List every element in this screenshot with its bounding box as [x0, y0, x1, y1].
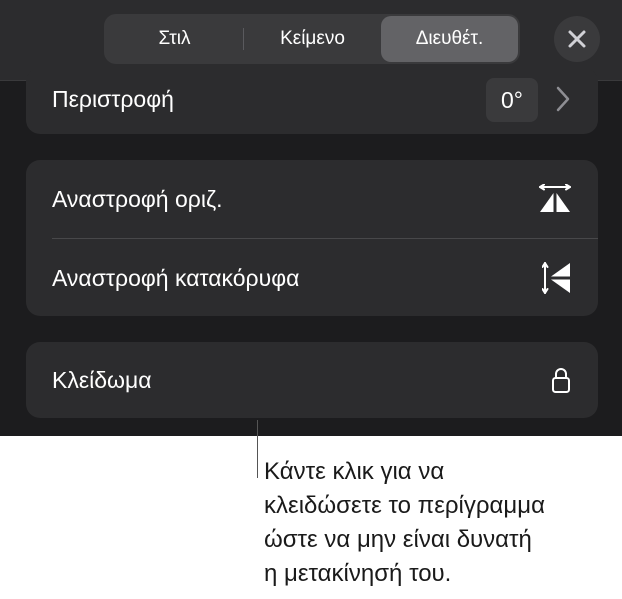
flip-vertical-label: Αναστροφή κατακόρυφα	[52, 264, 300, 291]
close-icon	[568, 30, 586, 48]
tab-style[interactable]: Στιλ	[106, 16, 243, 62]
callout-annotation: Κάντε κλικ για να κλειδώσετε το περίγραμ…	[264, 455, 620, 591]
lock-icon	[550, 366, 572, 394]
lock-card: Κλείδωμα	[26, 342, 598, 418]
flip-horizontal-icon	[538, 184, 572, 214]
flip-vertical-row[interactable]: Αναστροφή κατακόρυφα	[26, 239, 598, 316]
tab-arrange[interactable]: Διευθέτ.	[381, 16, 518, 62]
rotation-value-field[interactable]: 0°	[486, 78, 538, 122]
callout-line: Κάντε κλικ για να	[264, 458, 445, 485]
flip-card: Αναστροφή οριζ. Αναστροφή κατακόρυφα	[26, 160, 598, 316]
tab-text[interactable]: Κείμενο	[244, 16, 381, 62]
rotation-card: Περιστροφή 0°	[26, 68, 598, 134]
rotation-label: Περιστροφή	[52, 86, 174, 112]
format-panel: Στιλ Κείμενο Διευθέτ. Περιστροφή 0° Ανασ…	[0, 0, 622, 436]
rotation-row[interactable]: Περιστροφή 0°	[26, 68, 598, 134]
close-button[interactable]	[554, 16, 600, 62]
flip-horizontal-row[interactable]: Αναστροφή οριζ.	[26, 160, 598, 238]
flip-vertical-icon	[542, 261, 572, 295]
callout-leader-line	[257, 420, 258, 478]
callout-line: κλειδώσετε το περίγραμμα	[264, 492, 545, 519]
lock-label: Κλείδωμα	[52, 366, 152, 393]
chevron-right-icon[interactable]	[556, 86, 570, 112]
callout-line: ώστε να μην είναι δυνατή	[264, 526, 532, 553]
callout-line: η μετακίνησή του.	[264, 560, 452, 587]
lock-row[interactable]: Κλείδωμα	[26, 342, 598, 418]
tab-segmented-control: Στιλ Κείμενο Διευθέτ.	[104, 14, 520, 64]
flip-horizontal-label: Αναστροφή οριζ.	[52, 185, 223, 212]
